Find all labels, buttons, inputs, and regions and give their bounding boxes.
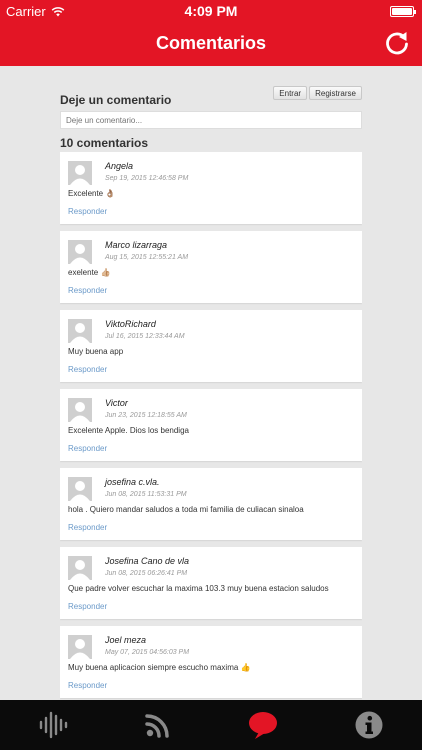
comment-card: Josefina Cano de vla Jun 08, 2015 06:26:…	[60, 547, 362, 619]
comment-form-header: Deje un comentario Entrar Registrarse	[60, 66, 362, 110]
chat-bubble-icon[interactable]	[248, 710, 278, 740]
reply-link[interactable]: Responder	[68, 523, 107, 532]
comment-author: Joel meza	[105, 635, 147, 645]
register-button[interactable]: Registrarse	[309, 86, 362, 100]
navigation-bar: Comentarios	[0, 22, 422, 66]
comment-date: May 07, 2015 04:56:03 PM	[105, 649, 190, 656]
comment-card: josefina c.vla. Jun 08, 2015 11:53:31 PM…	[60, 468, 362, 540]
comment-date: Aug 15, 2015 12:55:21 AM	[105, 254, 189, 261]
avatar	[68, 398, 92, 422]
comment-text: Excelente 👌🏽	[68, 189, 116, 198]
info-icon[interactable]	[354, 710, 384, 740]
comment-card: Victor Jun 23, 2015 12:18:55 AM Excelent…	[60, 389, 362, 461]
comments-list: Angela Sep 19, 2015 12:46:58 PM Excelent…	[60, 152, 362, 700]
comment-form-title: Deje un comentario	[60, 93, 172, 107]
status-time: 4:09 PM	[184, 3, 238, 19]
comment-author: Marco lizarraga	[105, 240, 168, 250]
comment-author: ViktoRichard	[105, 319, 156, 329]
comment-date: Jun 08, 2015 11:53:31 PM	[105, 491, 187, 498]
reply-link[interactable]: Responder	[68, 365, 107, 374]
comment-card: ViktoRichard Jul 16, 2015 12:33:44 AM Mu…	[60, 310, 362, 382]
avatar	[68, 635, 92, 659]
tab-bar	[0, 700, 422, 750]
comment-author: Josefina Cano de vla	[105, 556, 190, 566]
comment-text: Muy buena app	[68, 347, 124, 356]
comment-text: hola . Quiero mandar saludos a toda mi f…	[68, 505, 304, 514]
status-bar: Carrier 4:09 PM	[0, 0, 422, 22]
auth-buttons: Entrar Registrarse	[273, 86, 362, 100]
comments-count: 10 comentarios	[60, 136, 149, 150]
page-title: Comentarios	[155, 33, 267, 53]
comment-date: Jun 23, 2015 12:18:55 AM	[105, 412, 187, 419]
comment-author: josefina c.vla.	[105, 477, 160, 487]
reply-link[interactable]: Responder	[68, 286, 107, 295]
avatar	[68, 477, 92, 501]
comment-date: Jul 16, 2015 12:33:44 AM	[105, 333, 185, 340]
comment-card: Joel meza May 07, 2015 04:56:03 PM Muy b…	[60, 626, 362, 698]
comment-text: Muy buena aplicacion siempre escucho max…	[68, 663, 251, 672]
reply-link[interactable]: Responder	[68, 444, 107, 453]
rss-feed-icon[interactable]	[143, 710, 173, 740]
avatar	[68, 319, 92, 343]
comment-card: Angela Sep 19, 2015 12:46:58 PM Excelent…	[60, 152, 362, 224]
reply-link[interactable]: Responder	[68, 602, 107, 611]
comment-text: Excelente Apple. Dios los bendiga	[68, 426, 189, 435]
comments-page: Deje un comentario Entrar Registrarse 10…	[60, 66, 362, 700]
refresh-button[interactable]	[382, 29, 412, 59]
comment-date: Jun 08, 2015 06:26:41 PM	[105, 570, 188, 577]
avatar	[68, 556, 92, 580]
comment-author: Victor	[105, 398, 128, 408]
avatar	[68, 240, 92, 264]
audio-waves-icon[interactable]	[38, 710, 68, 740]
battery-icon	[390, 6, 416, 17]
comment-input[interactable]	[60, 111, 362, 129]
comment-card: Marco lizarraga Aug 15, 2015 12:55:21 AM…	[60, 231, 362, 303]
reply-link[interactable]: Responder	[68, 207, 107, 216]
reply-link[interactable]: Responder	[68, 681, 107, 690]
avatar	[68, 161, 92, 185]
login-button[interactable]: Entrar	[273, 86, 308, 100]
comment-date: Sep 19, 2015 12:46:58 PM	[105, 175, 189, 182]
comment-author: Angela	[105, 161, 134, 171]
comment-text: Que padre volver escuchar la maxima 103.…	[68, 584, 329, 593]
comment-text: exelente 👍🏼	[68, 268, 111, 277]
